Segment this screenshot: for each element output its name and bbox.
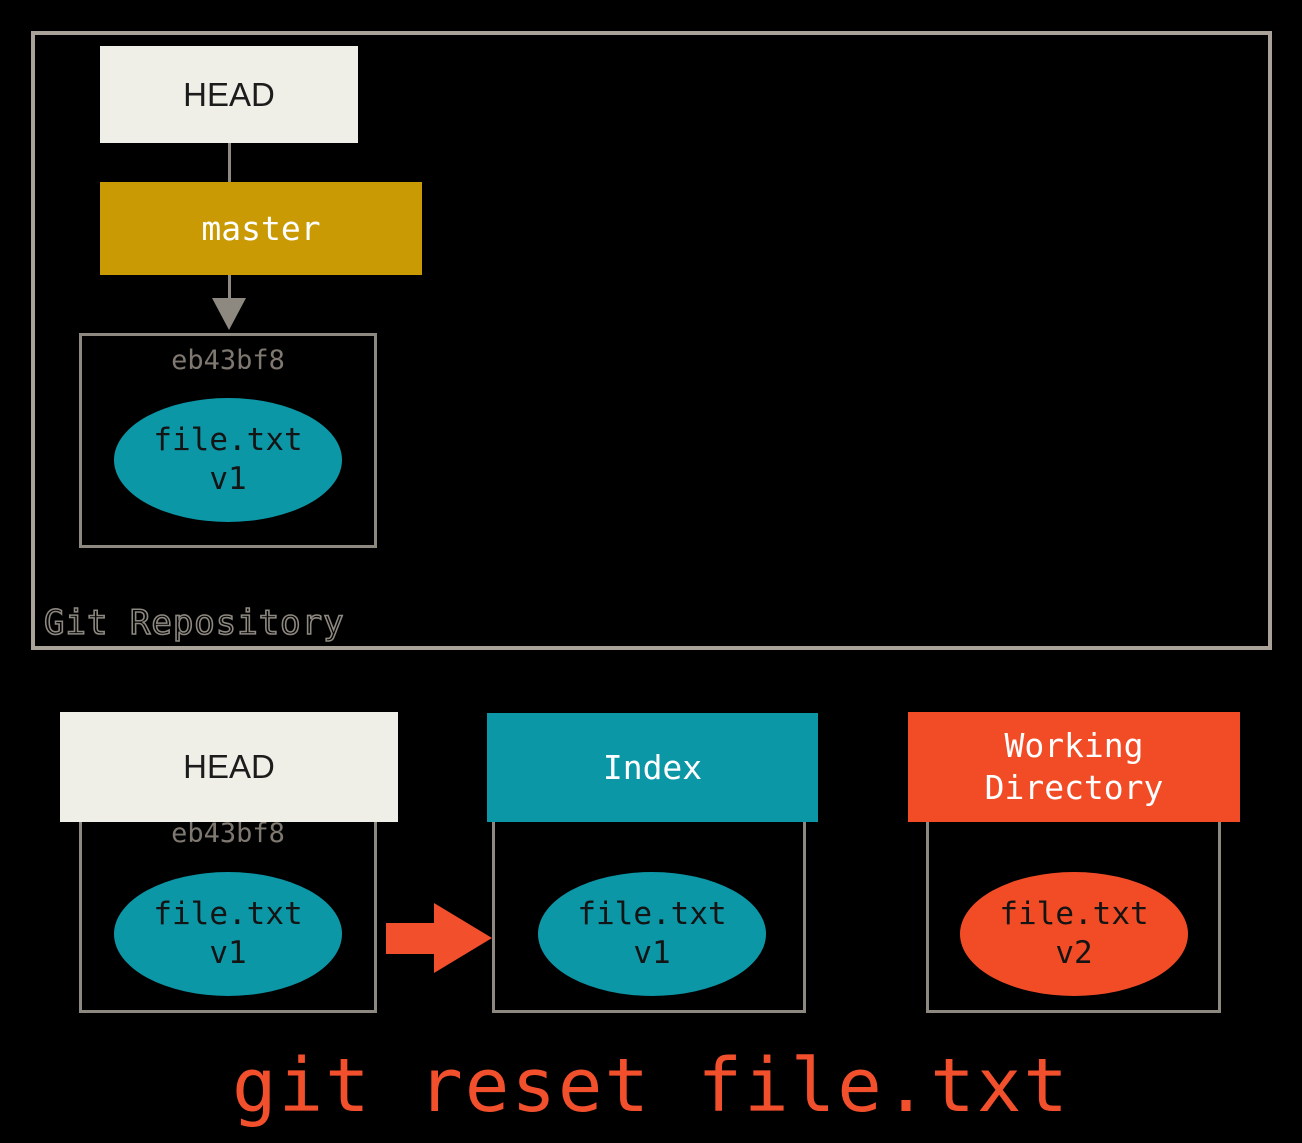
- head-area-blob[interactable]: file.txt v1: [114, 872, 342, 996]
- working-directory-title-line2: Directory: [984, 768, 1164, 807]
- working-directory-file-version: v2: [1055, 935, 1093, 971]
- repo-commit-hash: eb43bf8: [171, 345, 285, 376]
- repo-commit-file-name: file.txt: [153, 421, 303, 458]
- command-caption: git reset file.txt: [232, 1043, 1070, 1129]
- repo-master-label: master: [201, 209, 321, 248]
- head-area-hash: eb43bf8: [171, 818, 285, 849]
- diagram-canvas: HEAD master eb43bf8 file.txt v1 Git Repo…: [0, 0, 1302, 1143]
- working-directory-blob[interactable]: file.txt v2: [960, 872, 1188, 996]
- index-area-title: Index: [602, 748, 703, 787]
- working-directory-header[interactable]: Working Directory: [908, 712, 1240, 822]
- head-area-file-version: v1: [209, 935, 247, 971]
- working-directory-file-name: file.txt: [999, 895, 1149, 932]
- head-area-file-name: file.txt: [153, 895, 303, 932]
- index-area-blob[interactable]: file.txt v1: [538, 872, 766, 996]
- master-to-commit-connector: [228, 275, 231, 300]
- master-to-commit-arrowhead: [212, 298, 246, 330]
- head-to-master-connector: [228, 143, 231, 182]
- head-to-index-arrow-head: [434, 903, 492, 973]
- head-area-header[interactable]: HEAD: [60, 712, 398, 822]
- repo-head-box[interactable]: HEAD: [100, 46, 358, 143]
- repo-commit-file-version: v1: [209, 461, 247, 497]
- repo-head-label: HEAD: [183, 75, 275, 113]
- head-area-title: HEAD: [183, 748, 275, 785]
- repo-commit-blob[interactable]: file.txt v1: [114, 398, 342, 522]
- git-repository-label: Git Repository: [43, 602, 345, 644]
- index-area-header[interactable]: Index: [487, 713, 818, 822]
- working-directory-title-line1: Working: [1004, 725, 1144, 765]
- repo-master-branch-box[interactable]: master: [100, 182, 422, 275]
- index-area-file-version: v1: [633, 935, 671, 971]
- index-area-file-name: file.txt: [577, 895, 727, 932]
